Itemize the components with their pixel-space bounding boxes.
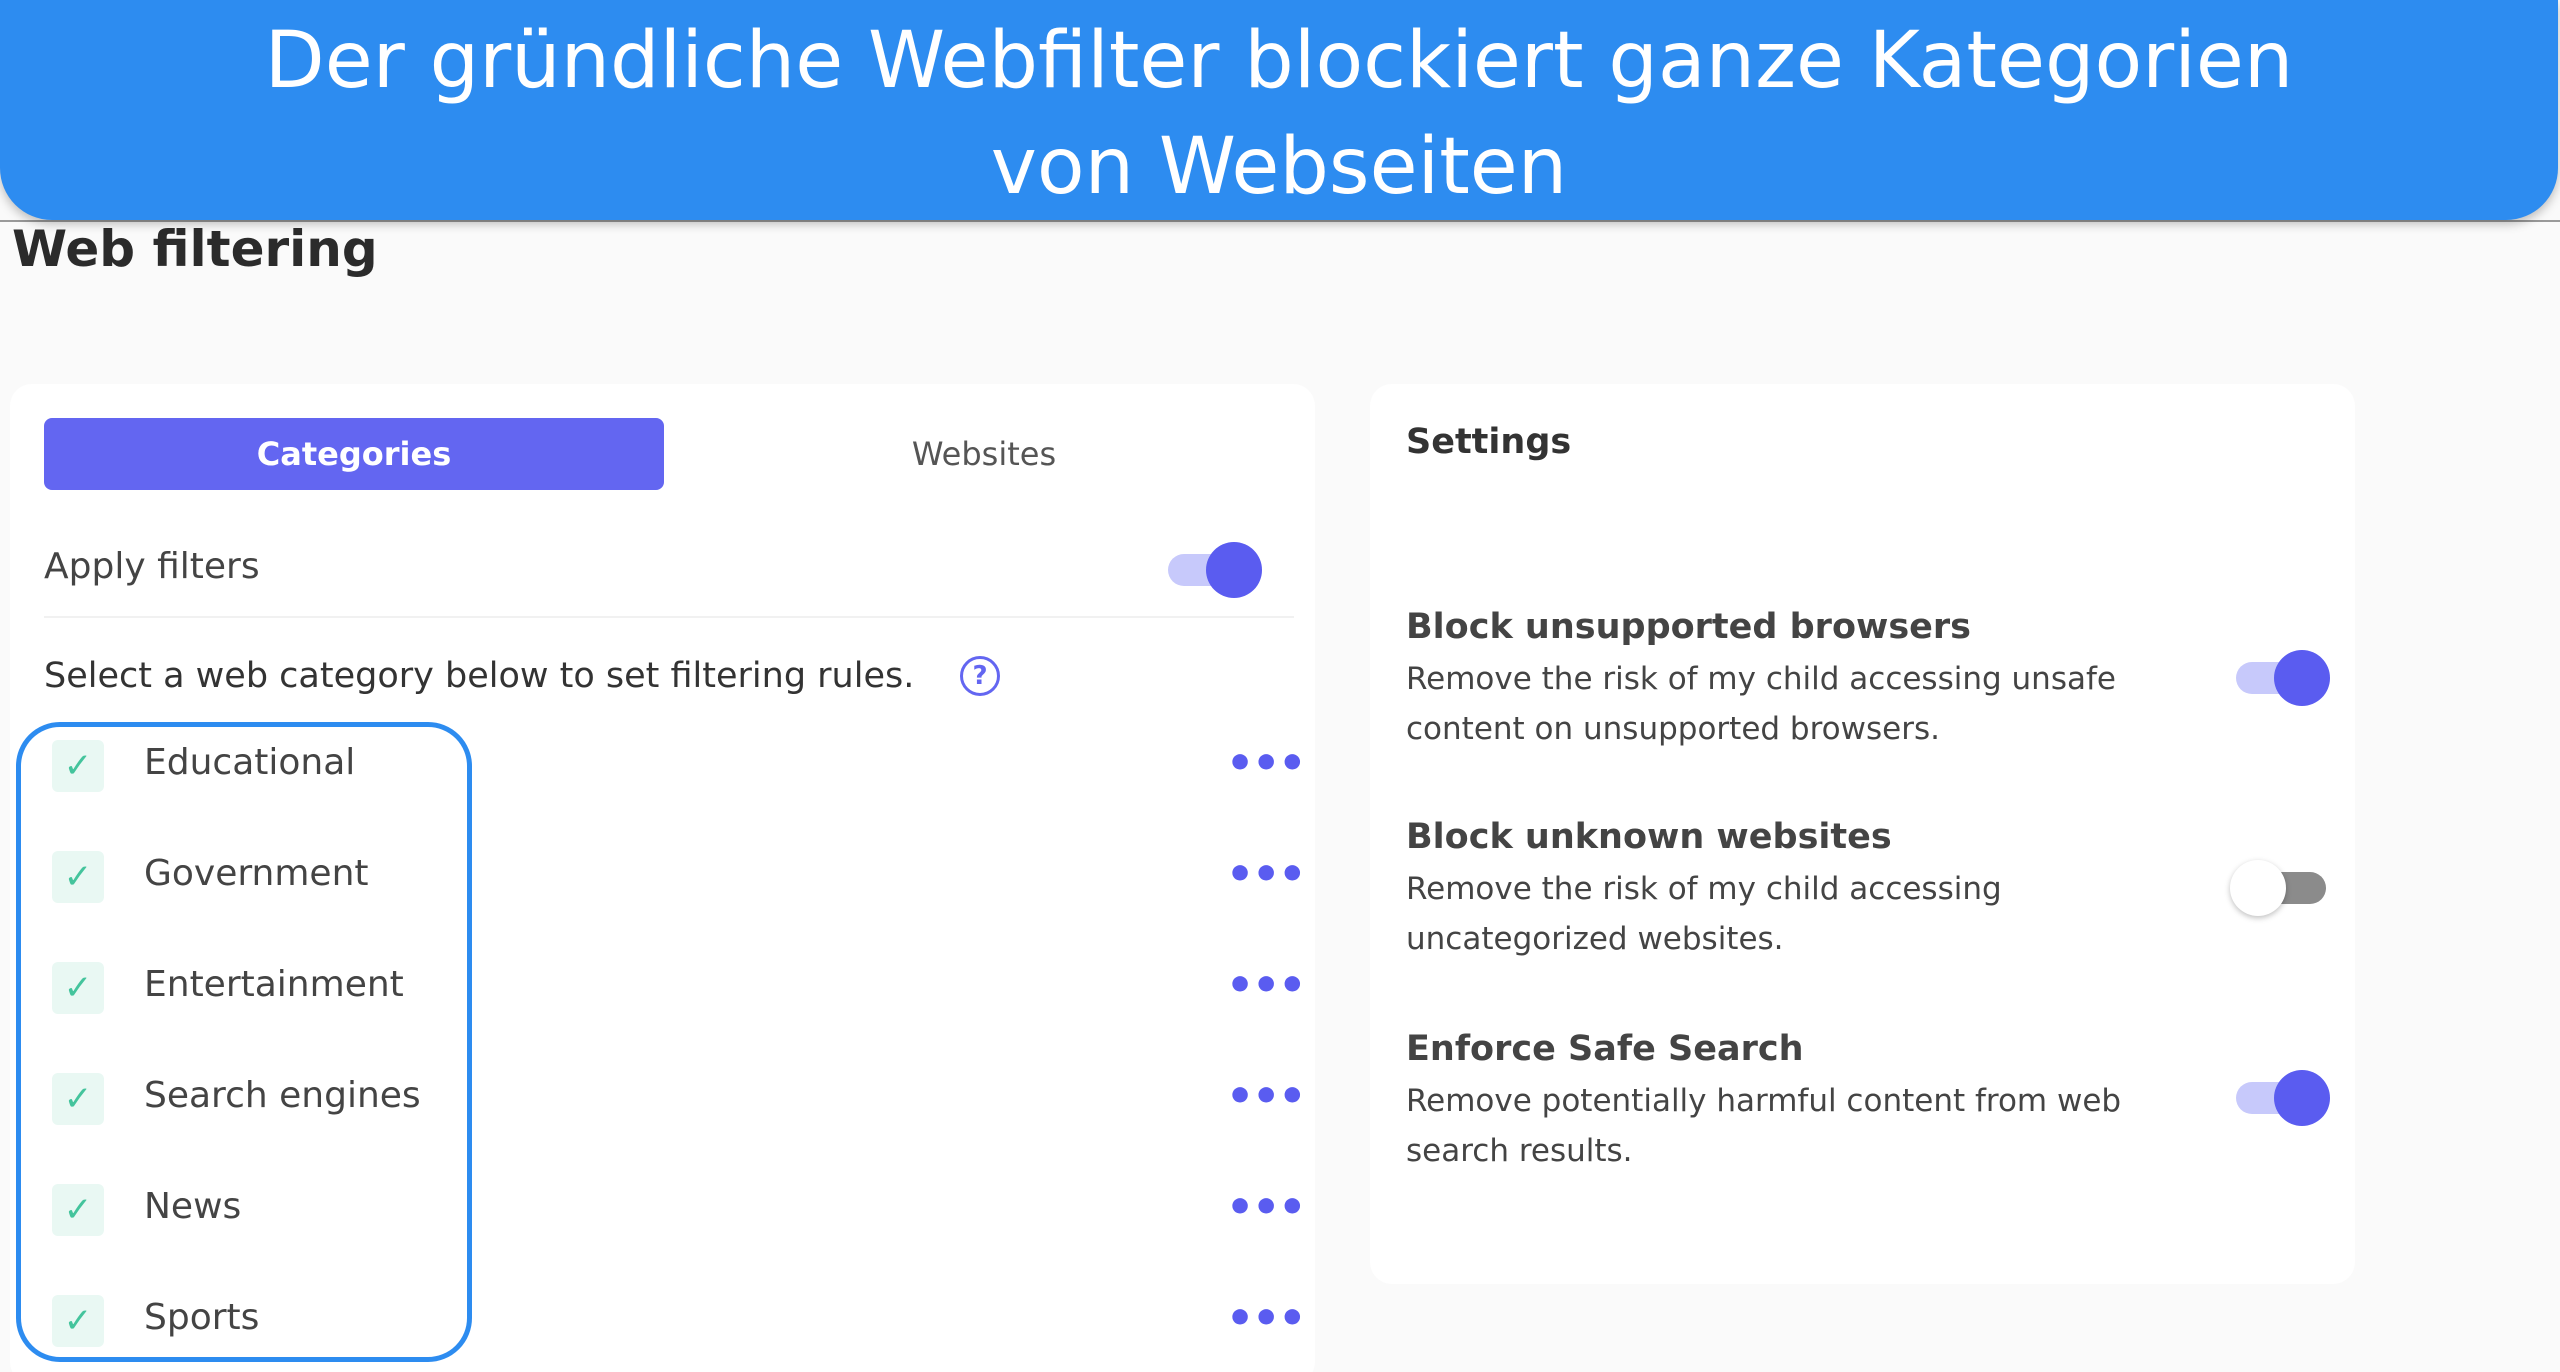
setting-description: Remove potentially harmful content from …	[1406, 1083, 2122, 1169]
tab-websites[interactable]: Websites	[674, 418, 1294, 490]
setting-block-unknown-websites: Block unknown websites Remove the risk o…	[1406, 812, 2326, 964]
caption-line-1: Der gründliche Webfilter blockiert ganze…	[264, 16, 2294, 106]
category-instructions: Select a web category below to set filte…	[44, 656, 915, 696]
toggle-knob	[1206, 542, 1262, 598]
more-options-icon[interactable]: •••	[1226, 1293, 1306, 1344]
more-options-icon[interactable]: •••	[1226, 960, 1306, 1011]
divider	[44, 616, 1294, 618]
setting-title: Block unsupported browsers	[1406, 607, 1971, 647]
page-title: Web filtering	[12, 220, 378, 278]
setting-title: Block unknown websites	[1406, 817, 1892, 857]
header-divider	[0, 220, 2560, 222]
block-unsupported-browsers-toggle[interactable]	[2236, 650, 2330, 706]
enforce-safe-search-toggle[interactable]	[2236, 1070, 2330, 1126]
more-options-icon[interactable]: •••	[1226, 849, 1306, 900]
settings-card: Settings Block unsupported browsers Remo…	[1370, 384, 2355, 1284]
setting-block-safe-search: Enforce Safe Search Remove potentially h…	[1406, 1024, 2326, 1176]
setting-description: Remove the risk of my child accessing un…	[1406, 661, 2116, 747]
toggle-knob	[2274, 1070, 2330, 1126]
toggle-knob	[2274, 650, 2330, 706]
settings-title: Settings	[1406, 422, 1572, 462]
caption-line-2: von Webseiten	[990, 122, 1568, 212]
more-options-icon[interactable]: •••	[1226, 1071, 1306, 1122]
caption-banner: Der gründliche Webfilter blockiert ganze…	[0, 0, 2558, 220]
apply-filters-toggle[interactable]	[1168, 542, 1262, 598]
setting-description: Remove the risk of my child accessing un…	[1406, 871, 2002, 957]
block-unknown-websites-toggle[interactable]	[2230, 860, 2326, 916]
toggle-knob	[2230, 860, 2286, 916]
help-icon[interactable]: ?	[960, 656, 1000, 696]
tab-categories[interactable]: Categories	[44, 418, 664, 490]
category-highlight-frame	[16, 722, 472, 1362]
setting-block-unsupported-browsers: Block unsupported browsers Remove the ri…	[1406, 602, 2326, 754]
more-options-icon[interactable]: •••	[1226, 1182, 1306, 1233]
more-options-icon[interactable]: •••	[1226, 738, 1306, 789]
apply-filters-label: Apply filters	[44, 546, 260, 587]
setting-title: Enforce Safe Search	[1406, 1029, 1804, 1069]
